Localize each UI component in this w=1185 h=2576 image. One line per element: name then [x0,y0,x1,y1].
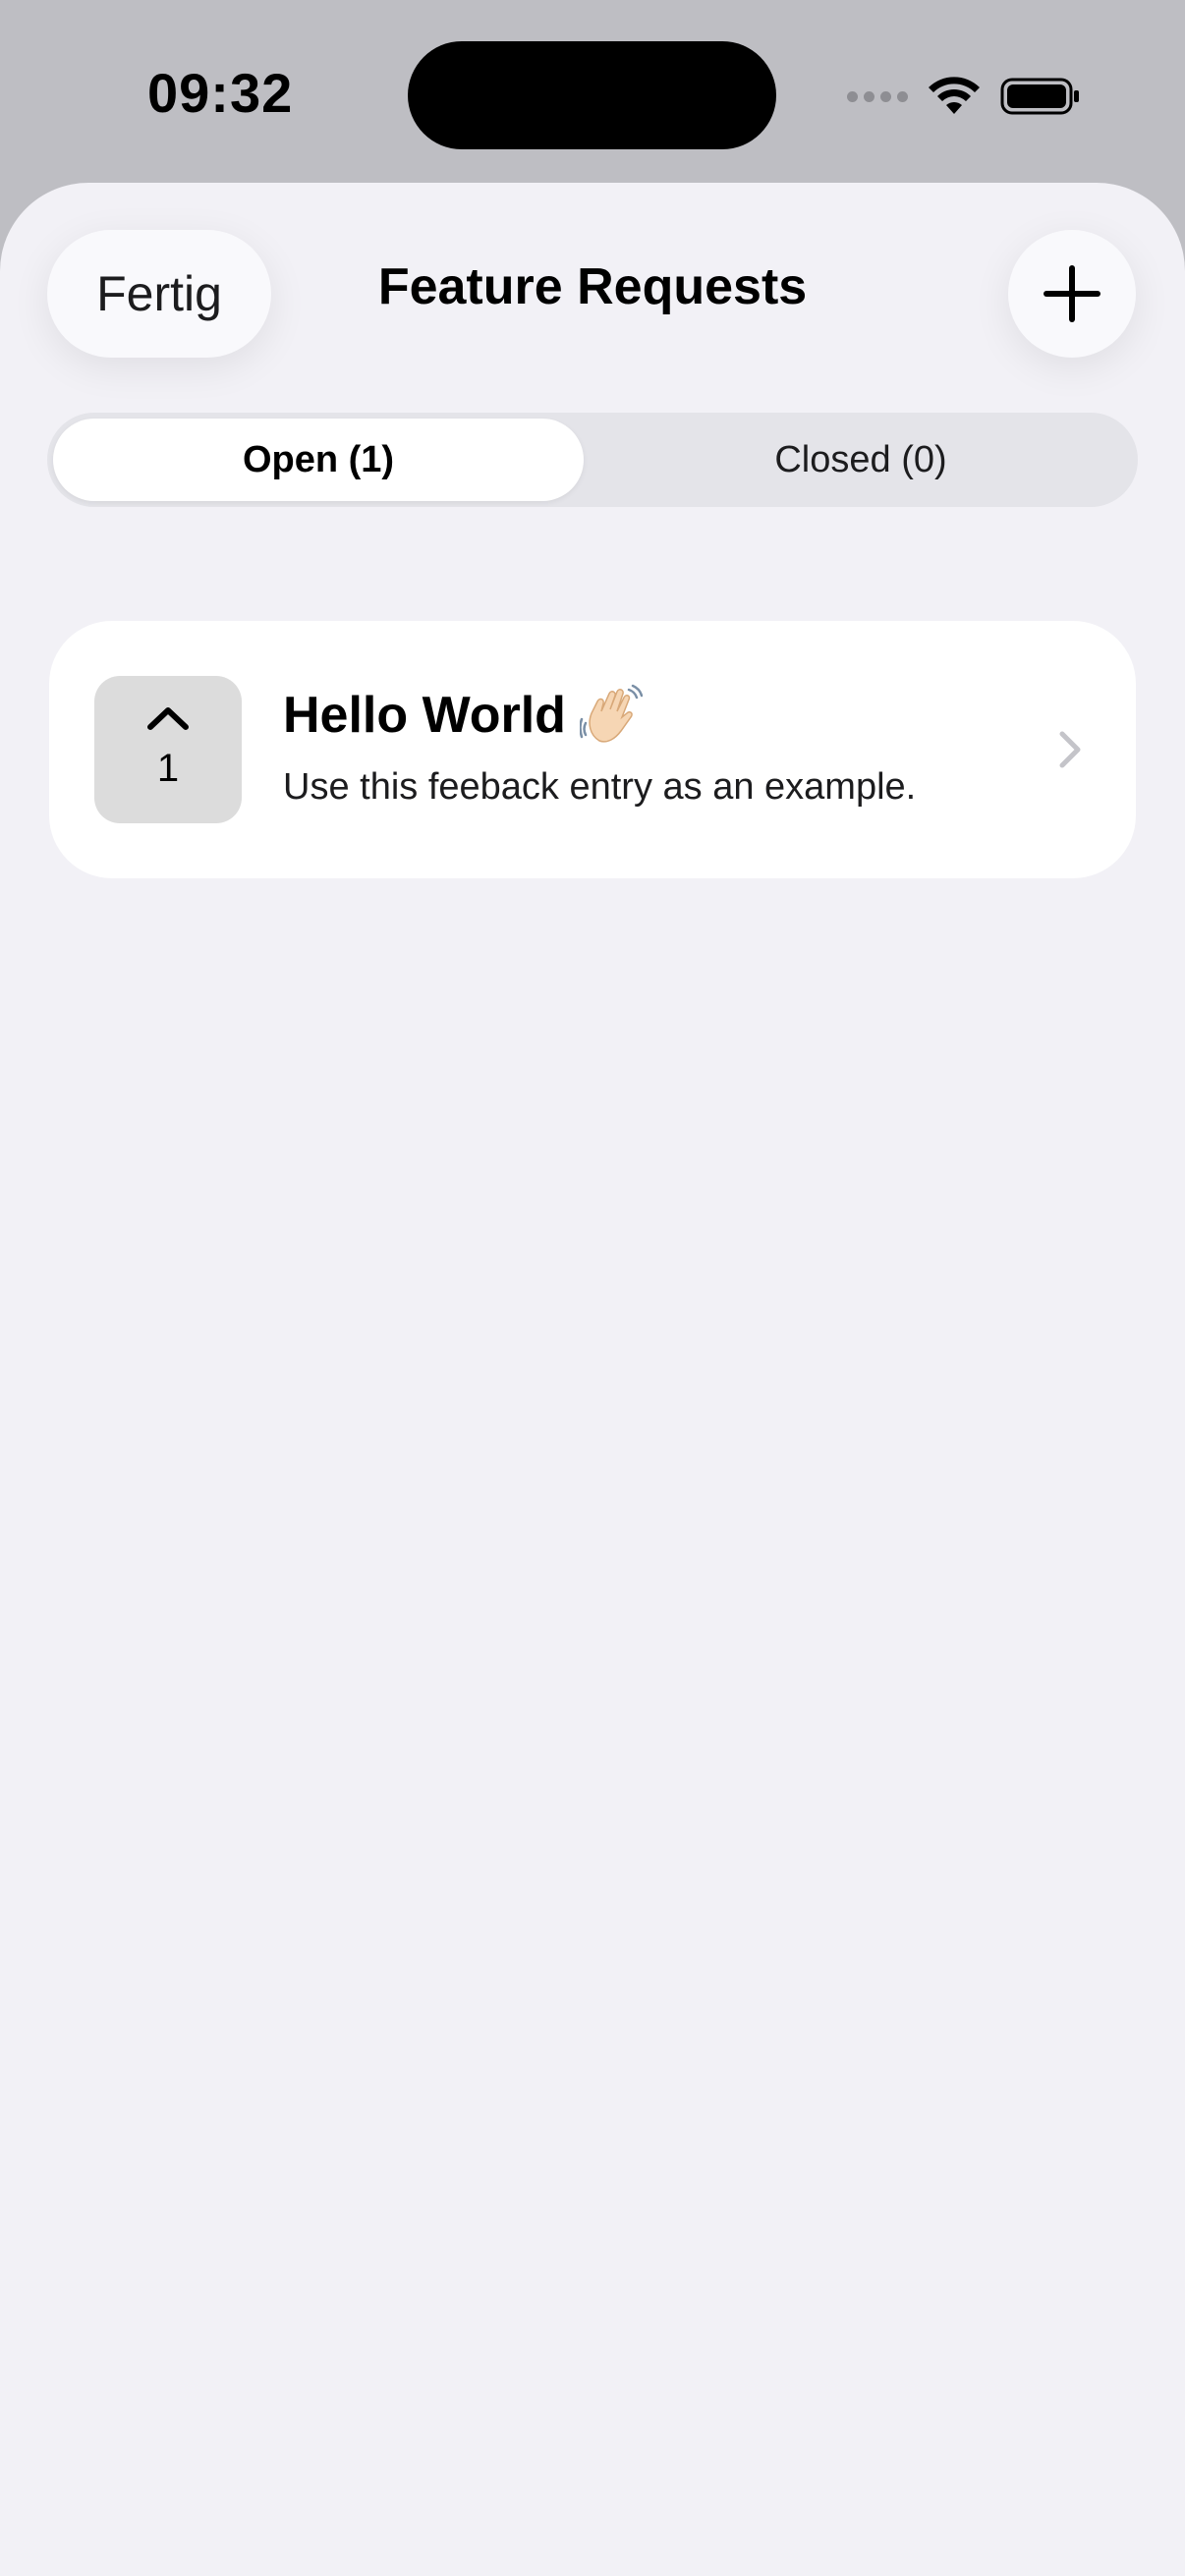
request-title: Hello World [283,687,566,744]
feature-requests-sheet: Fertig Feature Requests Open (1) Closed … [0,183,1185,2576]
chevron-right-icon [1059,731,1081,768]
status-bar: 09:32 [0,0,1185,183]
segment-open[interactable]: Open (1) [53,419,584,501]
upvote-button[interactable]: 1 [94,676,242,823]
page-title: Feature Requests [377,258,808,315]
wifi-icon [929,77,980,114]
request-title-row: Hello World [283,684,643,747]
battery-icon [1000,78,1079,115]
add-request-button[interactable] [1008,230,1136,358]
status-segmented-control: Open (1) Closed (0) [47,413,1138,507]
vote-count: 1 [156,747,180,790]
request-card[interactable]: 1 Hello World Use this feeback entry as … [49,621,1136,878]
segment-closed-label: Closed (0) [774,438,947,480]
segment-open-label: Open (1) [242,438,395,480]
cellular-signal-icon [847,90,908,102]
plus-icon [1044,265,1100,322]
segment-closed[interactable]: Closed (0) [590,419,1132,501]
request-description: Use this feeback entry as an example. [283,766,917,808]
status-time: 09:32 [147,62,294,124]
chevron-up-icon [147,707,189,730]
waving-hand-icon [579,684,643,743]
dynamic-island [408,41,776,149]
status-icons [847,73,1081,120]
